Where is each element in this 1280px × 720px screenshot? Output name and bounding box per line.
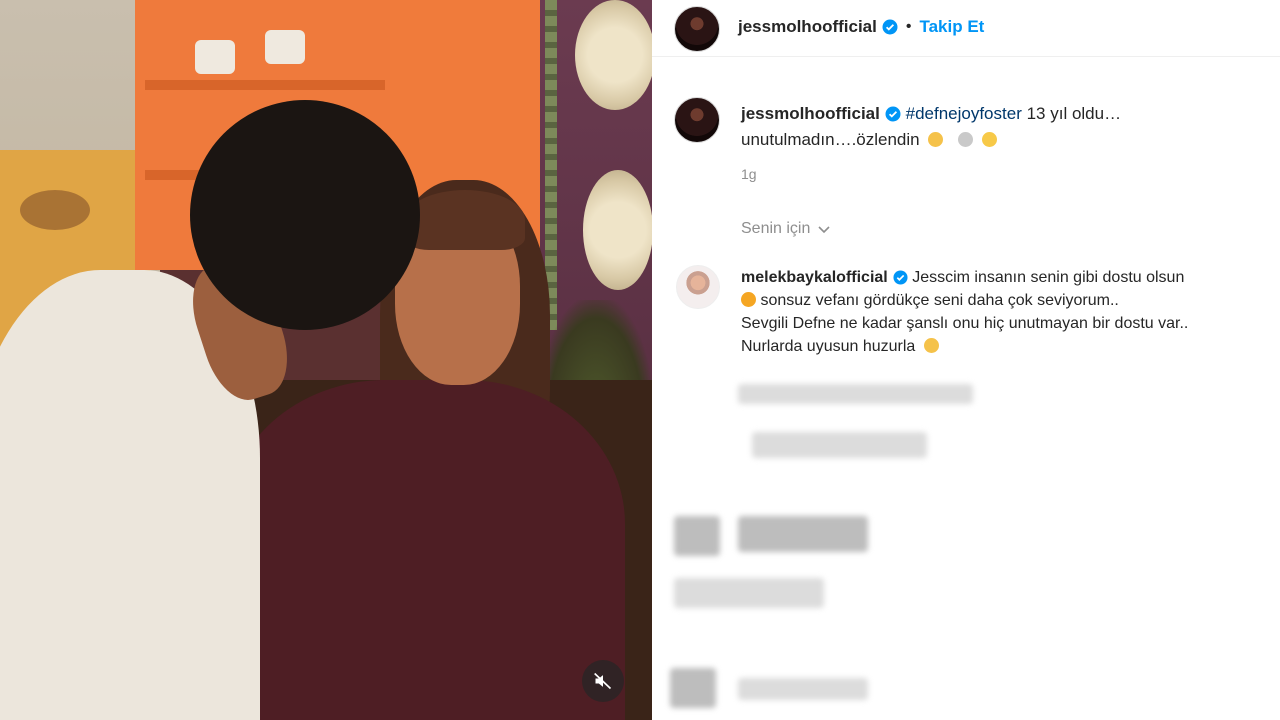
caption-text-line2: unutulmadın….özlendin	[741, 130, 920, 149]
blurred-reply-link	[752, 432, 927, 458]
verified-badge-icon	[893, 270, 908, 285]
caption-author-username[interactable]: jessmolhoofficial	[741, 104, 880, 123]
praying-hands-emoji-icon	[923, 338, 939, 353]
dove-emoji-icon	[958, 132, 974, 147]
post-media-video[interactable]	[0, 0, 652, 720]
chevron-down-icon	[818, 226, 830, 234]
commenter-username[interactable]: melekbaykalofficial	[741, 269, 888, 286]
caption-text-line1: 13 yıl oldu…	[1021, 104, 1122, 123]
comment-text-line1: Jesscim insanın senin gibi dostu olsun	[912, 269, 1185, 286]
author-username[interactable]: jessmolhoofficial	[738, 17, 877, 37]
caption-hashtag[interactable]: #defnejoyfoster	[906, 104, 1022, 123]
blurred-username	[738, 678, 868, 700]
post-detail-panel: jessmolhoofficial • Takip Et jessmolhoof…	[652, 0, 1280, 720]
blurred-comment-text	[674, 578, 824, 608]
comment-sort-dropdown[interactable]: Senin için	[741, 220, 832, 238]
author-avatar[interactable]	[674, 6, 720, 52]
blurred-comment-meta	[738, 384, 973, 404]
angel-face-emoji-icon	[981, 132, 997, 147]
caption-author-avatar[interactable]	[674, 97, 720, 143]
kissing-face-emoji-icon	[741, 292, 756, 307]
comment-text-line3: Sevgili Defne ne kadar şanslı onu hiç un…	[741, 315, 1189, 332]
comment-item: melekbaykalofficial Jesscim insanın seni…	[741, 266, 1276, 358]
follow-button[interactable]: Takip Et	[919, 17, 984, 37]
commenter-avatar[interactable]	[676, 265, 720, 309]
blurred-avatar	[670, 668, 716, 708]
post-caption: jessmolhoofficial #defnejoyfoster 13 yıl…	[741, 101, 1261, 153]
verified-badge-icon	[885, 106, 901, 122]
comment-text-line4: Nurlarda uyusun huzurla	[741, 338, 916, 355]
video-frame-scene	[0, 0, 652, 720]
speaker-muted-icon	[594, 672, 612, 690]
comment-sort-label: Senin için	[741, 220, 811, 237]
post-time[interactable]: 1g	[741, 166, 757, 182]
verified-badge-icon	[882, 19, 898, 35]
comment-text-line2: sonsuz vefanı gördükçe seni daha çok sev…	[756, 292, 1119, 309]
mute-toggle-button[interactable]	[582, 660, 624, 702]
blurred-avatar	[674, 516, 720, 556]
post-header: jessmolhoofficial • Takip Et	[652, 0, 1280, 57]
separator-dot: •	[905, 18, 912, 35]
praying-hands-emoji-icon	[928, 132, 944, 147]
blurred-username	[738, 516, 868, 552]
